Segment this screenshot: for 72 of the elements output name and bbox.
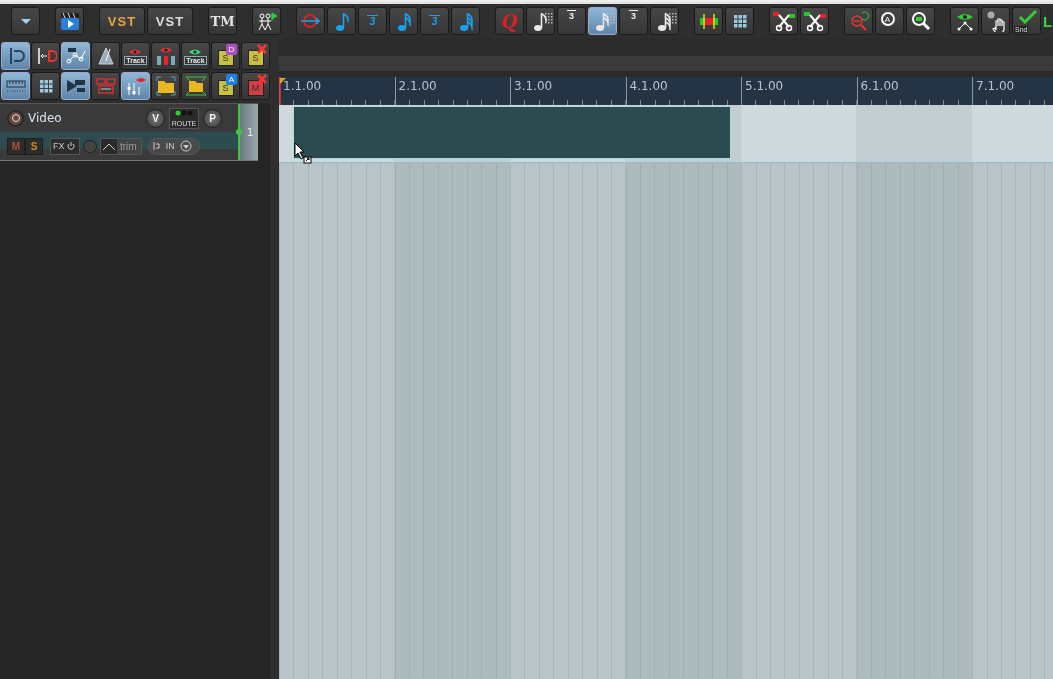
toolbar-button[interactable] (327, 7, 356, 35)
double-item-icon (94, 75, 117, 97)
badge: D (226, 44, 237, 55)
input-icon (152, 141, 161, 151)
toolbar-button[interactable]: S A (211, 72, 240, 100)
toolbar-button[interactable] (389, 7, 418, 35)
caret-icon (20, 18, 31, 24)
mute-square: M (247, 80, 264, 96)
toolbar-button[interactable]: VST (147, 7, 193, 35)
toolbar-button[interactable] (55, 7, 84, 35)
track-number: 1 (238, 104, 258, 160)
solo-square: S (247, 50, 264, 66)
close-icon (257, 74, 267, 84)
toolbar-button[interactable] (61, 42, 90, 70)
measure-label: 3.1.00 (510, 77, 626, 105)
toolbar-button[interactable] (650, 7, 679, 35)
pan-knob[interactable]: P (203, 108, 222, 128)
route-lights-icon (175, 109, 193, 116)
toolbar-button[interactable]: TM (208, 7, 237, 35)
toolbar-button[interactable] (769, 7, 798, 35)
media-item[interactable] (293, 106, 731, 159)
toolbar-button[interactable] (61, 72, 90, 100)
toolbar-button[interactable]: 3 (557, 7, 586, 35)
toolbar-button[interactable] (981, 7, 1010, 35)
toolbar-button[interactable] (181, 72, 210, 100)
power-icon (66, 142, 75, 150)
toolbar-button[interactable] (800, 7, 829, 35)
timeline-ruler[interactable]: 1.1.00 2.1.00 3.1.00 4.1.00 5.1.00 6.1.00 7.1.00 (279, 77, 1053, 105)
toolbar-button[interactable]: S D (211, 42, 240, 70)
scissors-icon (803, 10, 826, 32)
toolbar-button[interactable]: 3 (619, 7, 648, 35)
toolbar-button[interactable]: A (875, 7, 904, 35)
toolbar-button[interactable] (694, 7, 723, 35)
toolbar-button[interactable] (252, 7, 281, 35)
checkmark-icon (1018, 10, 1038, 24)
zoom-icon (909, 10, 932, 32)
toolbar-button[interactable]: S (241, 42, 270, 70)
envelope-points-icon (64, 45, 87, 67)
toolbar-button[interactable] (725, 7, 754, 35)
badge: A (226, 74, 237, 85)
solo-button[interactable]: S (25, 137, 43, 155)
toolbar-button[interactable] (151, 72, 180, 100)
measure-label: 5.1.00 (741, 77, 857, 105)
envelope-icon (101, 138, 117, 154)
dropdown-icon (179, 140, 192, 152)
toolbar-button[interactable] (451, 7, 480, 35)
close-icon (257, 44, 267, 54)
toolbar-button[interactable]: L (1043, 7, 1053, 35)
toolbar-button[interactable]: 3 (358, 7, 387, 35)
toolbar-button[interactable]: 3 (420, 7, 449, 35)
toolbar-button[interactable] (31, 42, 60, 70)
toolbar-button[interactable]: VST (99, 7, 145, 35)
folder-icon (154, 75, 177, 97)
quantize-letter: Q (501, 10, 518, 32)
fx-button[interactable]: FX (50, 137, 80, 155)
record-arm-button[interactable] (7, 109, 24, 127)
toolbar-button[interactable] (151, 42, 180, 70)
play-clapper-icon (58, 10, 81, 32)
track-name[interactable]: Video (28, 111, 142, 125)
volume-knob[interactable]: V (146, 108, 165, 128)
toolbar-button[interactable] (11, 7, 40, 35)
zoom-letter-icon: A (880, 12, 895, 26)
toolbar-button[interactable] (31, 72, 60, 100)
toolbar-button[interactable] (906, 7, 935, 35)
scissors-icon (772, 10, 795, 32)
automation-mode-button[interactable]: trim (100, 137, 142, 155)
toolbar-button[interactable] (91, 42, 120, 70)
toolbar-button[interactable] (526, 7, 555, 35)
toolbar-button[interactable] (950, 7, 979, 35)
track-bars-icon (155, 55, 176, 66)
folder-icon (184, 75, 207, 97)
input-button[interactable]: IN (147, 137, 200, 155)
